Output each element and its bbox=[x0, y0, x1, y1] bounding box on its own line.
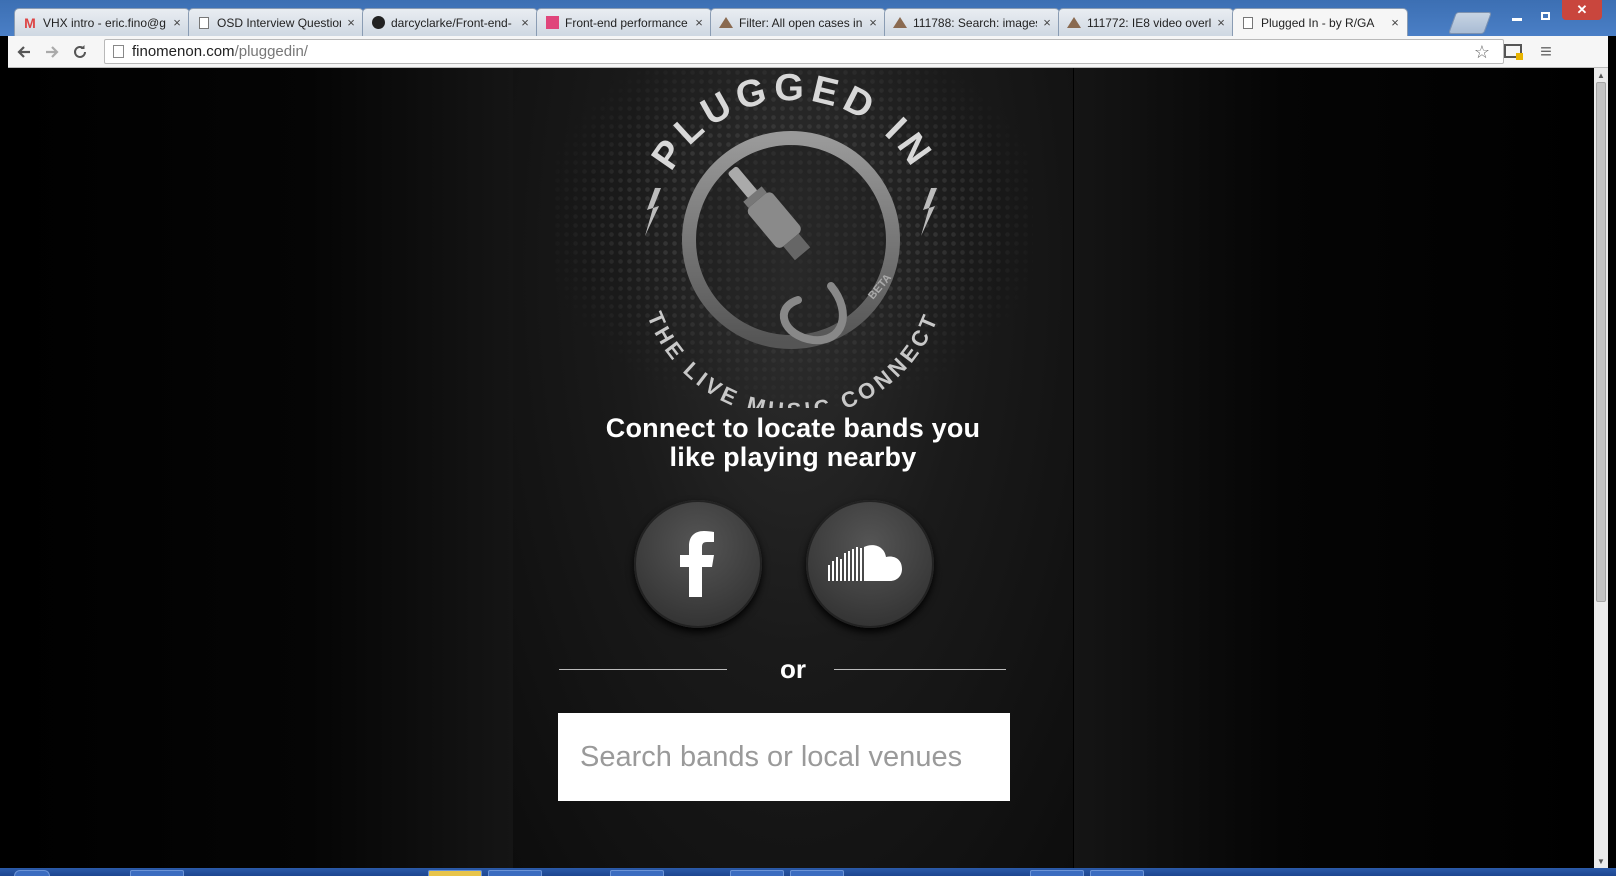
close-icon[interactable]: × bbox=[1215, 16, 1227, 29]
scroll-down-icon[interactable]: ▼ bbox=[1594, 854, 1608, 868]
minimize-icon[interactable] bbox=[1504, 6, 1530, 26]
tab-osd-interview[interactable]: OSD Interview Question × bbox=[188, 8, 364, 36]
tagline: Connect to locate bands you like playing… bbox=[513, 414, 1073, 472]
taskbar-app-button[interactable] bbox=[488, 870, 542, 876]
close-icon[interactable]: × bbox=[171, 16, 183, 29]
address-bar[interactable]: finomenon.com/pluggedin/ bbox=[104, 39, 1504, 64]
tab-plugged-in[interactable]: Plugged In - by R/GA × bbox=[1232, 8, 1408, 36]
github-icon bbox=[371, 16, 385, 30]
plugged-in-logo: PLUGGED IN THE LIVE MUSIC CONNECT BETA bbox=[642, 68, 939, 408]
taskbar-app-button[interactable] bbox=[1090, 870, 1144, 876]
right-background bbox=[1074, 68, 1594, 868]
soundcloud-connect-button[interactable] bbox=[806, 500, 934, 628]
scroll-thumb[interactable] bbox=[1596, 82, 1606, 602]
taskbar-app-button[interactable] bbox=[428, 870, 482, 876]
close-icon[interactable]: × bbox=[693, 16, 705, 29]
close-icon[interactable]: × bbox=[519, 16, 531, 29]
close-icon[interactable]: × bbox=[1389, 16, 1401, 29]
address-path: /pluggedin/ bbox=[234, 43, 308, 60]
cast-extension-icon[interactable] bbox=[1503, 41, 1525, 63]
vertical-scrollbar[interactable]: ▲ ▼ bbox=[1594, 68, 1608, 868]
close-icon[interactable]: × bbox=[345, 16, 357, 29]
browser-toolbar: finomenon.com/pluggedin/ ☆ ≡ bbox=[8, 36, 1608, 68]
tab-filter-open-cases[interactable]: Filter: All open cases in × bbox=[710, 8, 886, 36]
fogbugz-icon bbox=[1067, 16, 1081, 30]
tab-front-end-performance[interactable]: Front-end performance × bbox=[536, 8, 712, 36]
tab-label: VHX intro - eric.fino@g bbox=[43, 15, 166, 30]
facebook-connect-button[interactable] bbox=[634, 500, 762, 628]
tab-label: Plugged In - by R/GA bbox=[1261, 15, 1375, 30]
left-background bbox=[8, 68, 513, 868]
fogbugz-icon bbox=[719, 16, 733, 30]
start-button[interactable] bbox=[14, 870, 50, 876]
reload-icon[interactable] bbox=[68, 40, 92, 64]
taskbar-app-button[interactable] bbox=[610, 870, 664, 876]
tab-label: 111772: IE8 video overla bbox=[1087, 15, 1211, 30]
close-icon[interactable]: × bbox=[1041, 16, 1053, 29]
document-icon bbox=[197, 16, 211, 30]
close-icon[interactable]: × bbox=[867, 16, 879, 29]
new-tab-button[interactable] bbox=[1447, 12, 1493, 34]
restore-icon[interactable] bbox=[1532, 6, 1558, 26]
page-viewport: PLUGGED IN THE LIVE MUSIC CONNECT BETA C… bbox=[8, 68, 1594, 868]
back-icon[interactable] bbox=[12, 40, 36, 64]
document-icon bbox=[1241, 16, 1255, 30]
search-input[interactable] bbox=[558, 713, 1010, 801]
tab-label: Front-end performance bbox=[565, 15, 688, 30]
taskbar-app-button[interactable] bbox=[730, 870, 784, 876]
close-window-icon[interactable]: ✕ bbox=[1562, 0, 1602, 20]
divider-right bbox=[834, 669, 1006, 670]
address-host: finomenon.com bbox=[132, 43, 235, 60]
tab-github[interactable]: darcyclarke/Front-end- × bbox=[362, 8, 538, 36]
tagline-line-1: Connect to locate bands you bbox=[605, 413, 981, 443]
content-panel: PLUGGED IN THE LIVE MUSIC CONNECT BETA C… bbox=[513, 68, 1073, 868]
bookmark-star-icon[interactable]: ☆ bbox=[1471, 41, 1493, 63]
tab-gmail[interactable]: M VHX intro - eric.fino@g × bbox=[14, 8, 190, 36]
taskbar-app-button[interactable] bbox=[790, 870, 844, 876]
tab-label: Filter: All open cases in bbox=[739, 15, 863, 30]
tab-case-111772[interactable]: 111772: IE8 video overla × bbox=[1058, 8, 1234, 36]
gmail-icon: M bbox=[24, 14, 36, 31]
tab-strip: M VHX intro - eric.fino@g × OSD Intervie… bbox=[0, 0, 1616, 36]
tab-label: darcyclarke/Front-end- bbox=[391, 15, 512, 30]
scroll-up-icon[interactable]: ▲ bbox=[1594, 68, 1608, 82]
taskbar-app-button[interactable] bbox=[1030, 870, 1084, 876]
forward-icon[interactable] bbox=[40, 40, 64, 64]
fogbugz-icon bbox=[893, 16, 907, 30]
tagline-line-2: like playing nearby bbox=[669, 442, 917, 472]
soundcloud-icon bbox=[828, 545, 902, 581]
page-icon bbox=[113, 45, 124, 58]
menu-icon[interactable]: ≡ bbox=[1535, 41, 1557, 63]
taskbar-app-button[interactable] bbox=[130, 870, 184, 876]
tab-label: OSD Interview Question bbox=[217, 15, 341, 30]
tab-case-111788[interactable]: 111788: Search: images/ × bbox=[884, 8, 1060, 36]
tab-label: 111788: Search: images/ bbox=[913, 15, 1037, 30]
slides-icon bbox=[545, 16, 559, 30]
facebook-icon bbox=[680, 531, 714, 597]
